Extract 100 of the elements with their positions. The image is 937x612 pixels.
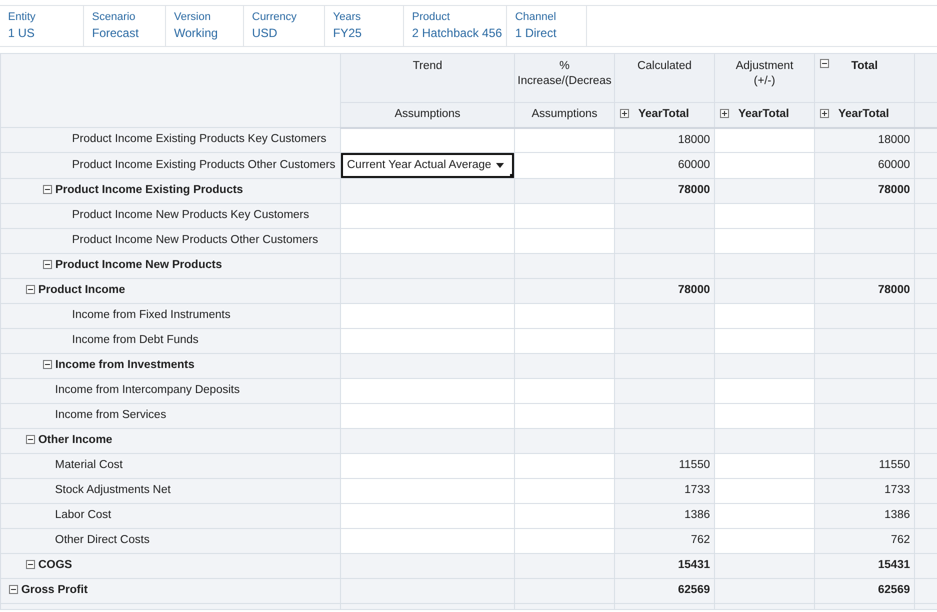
input-cell[interactable] (340, 304, 514, 328)
table-cell: 1733 (814, 478, 914, 504)
input-cell[interactable] (714, 528, 814, 554)
row-label: Other Direct Costs (55, 534, 150, 546)
table-cell: 18000 (614, 128, 714, 152)
row-label: Product Income New Products Other Customers (72, 234, 318, 246)
input-cell[interactable] (340, 328, 514, 354)
caret-icon[interactable] (496, 163, 504, 168)
expand-icon[interactable] (620, 109, 629, 118)
column-header: % Increase/(Decreas (518, 60, 612, 87)
input-cell[interactable] (340, 454, 514, 478)
table-cell: 78000 (814, 178, 914, 204)
pov-value[interactable]: 1 US (8, 24, 35, 42)
column-subheader: YearTotal (638, 108, 690, 120)
collapse-icon[interactable] (43, 185, 52, 194)
input-cell[interactable] (514, 378, 614, 404)
pov-label: Product (412, 10, 451, 24)
collapse-icon[interactable] (43, 360, 52, 370)
collapse-icon[interactable] (820, 59, 829, 68)
pov-value[interactable]: USD (252, 24, 278, 42)
input-cell[interactable] (514, 128, 614, 152)
row-label: Other Income (38, 434, 112, 446)
pov-value[interactable]: FY25 (333, 24, 362, 42)
input-cell[interactable] (714, 128, 814, 152)
collapse-icon[interactable] (9, 585, 18, 594)
row-label: Income from Intercompany Deposits (55, 384, 240, 396)
table-cell: 60000 (814, 152, 914, 178)
input-cell[interactable] (514, 454, 614, 478)
input-cell[interactable] (340, 378, 514, 404)
row-label: Product Income Existing Products (55, 184, 244, 196)
input-cell[interactable] (714, 454, 814, 478)
input-cell[interactable] (714, 378, 814, 404)
table-cell: 762 (614, 528, 714, 554)
input-cell[interactable] (340, 204, 514, 228)
input-cell[interactable] (514, 152, 614, 178)
input-cell[interactable] (714, 204, 814, 228)
table-cell: 78000 (614, 178, 714, 204)
input-cell[interactable] (514, 528, 614, 554)
row-label: Product Income New Products Key Customers (72, 209, 310, 222)
input-cell[interactable] (514, 404, 614, 428)
pov-value[interactable]: Working (174, 24, 218, 42)
table-cell: 15431 (814, 554, 914, 578)
table-cell: 1386 (614, 504, 714, 528)
table-cell: 62569 (614, 578, 714, 604)
row-label: Income from Fixed Instruments (72, 309, 230, 322)
column-header: Calculated (637, 60, 692, 72)
input-cell[interactable] (514, 478, 614, 504)
table-cell: 60000 (614, 152, 714, 178)
input-cell[interactable] (714, 328, 814, 354)
input-cell[interactable] (514, 204, 614, 228)
table-cell: 11550 (614, 454, 714, 478)
row-label: Product Income Existing Products Other Customers (72, 158, 336, 171)
expand-icon[interactable] (820, 109, 829, 118)
column-subheader: YearTotal (738, 108, 790, 120)
row-label: Product Income Existing Products Key Customers (72, 133, 326, 146)
row-label: Income from Investments (55, 359, 195, 372)
collapse-icon[interactable] (26, 560, 35, 570)
input-cell[interactable] (714, 152, 814, 178)
collapse-icon[interactable] (26, 435, 35, 444)
input-cell[interactable] (514, 228, 614, 254)
input-cell[interactable] (714, 404, 814, 428)
column-header: Trend (412, 60, 442, 72)
table-cell: 15431 (614, 554, 714, 578)
dropdown-field[interactable]: Current Year Actual Average (342, 154, 514, 178)
pov-value[interactable]: Forecast (92, 24, 139, 42)
input-cell[interactable] (340, 504, 514, 528)
pov-value[interactable]: 2 Hatchback 456 (412, 24, 502, 42)
input-cell[interactable] (514, 504, 614, 528)
input-cell[interactable] (514, 304, 614, 328)
row-label: Labor Cost (55, 509, 112, 522)
row-label: Gross Profit (21, 584, 88, 596)
collapse-icon[interactable] (43, 260, 52, 270)
row-label: Income from Debt Funds (72, 334, 199, 346)
row-label: Material Cost (55, 459, 123, 472)
collapse-icon[interactable] (26, 285, 35, 294)
column-subheader: YearTotal (838, 108, 890, 120)
pov-label: Scenario (92, 10, 136, 24)
input-cell[interactable] (714, 304, 814, 328)
expand-icon[interactable] (720, 109, 729, 118)
row-label: COGS (38, 559, 72, 572)
pov-label: Channel (515, 10, 558, 24)
table-cell: 78000 (614, 278, 714, 304)
row-label: Income from Services (55, 409, 166, 422)
input-cell[interactable] (340, 128, 514, 152)
input-cell[interactable] (714, 478, 814, 504)
input-cell[interactable] (340, 228, 514, 254)
input-cell[interactable] (714, 228, 814, 254)
row-label: Product Income (38, 284, 126, 296)
input-cell[interactable] (514, 328, 614, 354)
input-cell[interactable] (340, 478, 514, 504)
table-cell: 78000 (814, 278, 914, 304)
table-cell: 1386 (814, 504, 914, 528)
pov-label: Years (333, 10, 362, 24)
input-cell[interactable] (340, 528, 514, 554)
row-label: Stock Adjustments Net (55, 484, 171, 496)
input-cell[interactable] (714, 504, 814, 528)
input-cell[interactable] (340, 404, 514, 428)
pov-value[interactable]: 1 Direct (515, 24, 556, 42)
pov-label: Entity (8, 10, 37, 24)
table-cell: 1733 (614, 478, 714, 504)
